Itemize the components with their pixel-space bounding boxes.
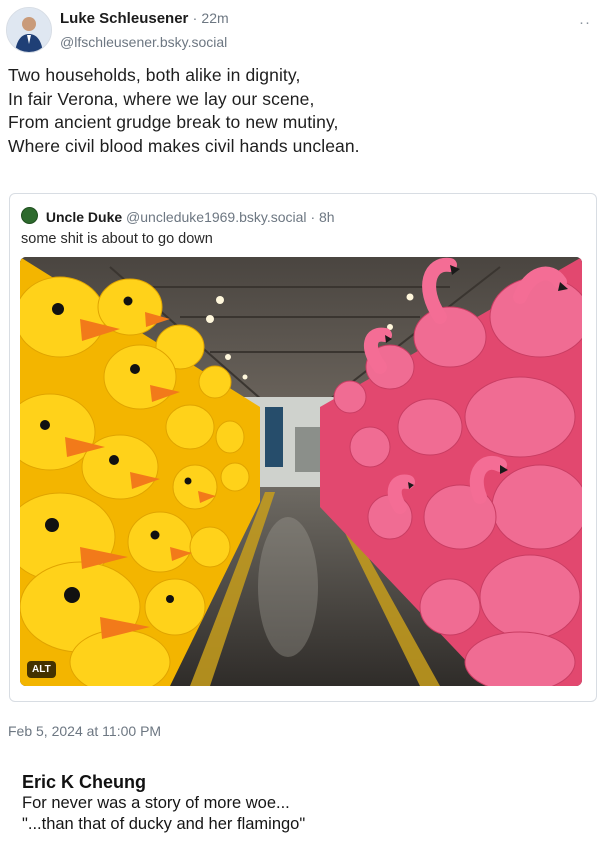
post-header: Luke Schleusener · 22m @lfschleusener.bs… [0, 0, 599, 58]
post-text-line: In fair Verona, where we lay our scene, [8, 88, 315, 109]
more-options-icon[interactable]: ·· [579, 14, 591, 31]
reply-author-name[interactable]: Eric K Cheung [22, 772, 582, 793]
avatar-image [7, 8, 51, 52]
reply-text-line: "...than that of ducky and her flamingo" [22, 815, 306, 833]
quoted-post-header: Uncle Duke @uncleduke1969.bsky.social · … [21, 207, 335, 225]
post-text-line: Where civil blood makes civil hands uncl… [8, 135, 360, 156]
author-avatar[interactable] [6, 7, 52, 53]
author-handle[interactable]: @lfschleusener.bsky.social [60, 34, 227, 50]
warehouse-photo [20, 257, 582, 686]
quoted-author-avatar [21, 207, 38, 224]
alt-text-badge[interactable]: ALT [27, 661, 56, 678]
quoted-post-text: some shit is about to go down [21, 231, 213, 247]
post-text-line: From ancient grudge break to new mutiny, [8, 112, 339, 132]
post-time[interactable]: 22m [201, 10, 228, 26]
reply-text-line: For never was a story of more woe... [22, 794, 290, 812]
post-text: Two households, both alike in dignity, I… [8, 64, 588, 158]
quoted-post-time[interactable]: 8h [319, 209, 335, 225]
post-timestamp[interactable]: Feb 5, 2024 at 11:00 PM [8, 723, 161, 739]
author-line: Luke Schleusener · 22m [60, 10, 229, 27]
quoted-author-name[interactable]: Uncle Duke [46, 209, 122, 225]
separator-dot: · [310, 209, 316, 225]
reply-block: Eric K Cheung For never was a story of m… [22, 772, 582, 835]
post-text-line: Two households, both alike in dignity, [8, 65, 301, 85]
separator-dot: · [192, 10, 198, 26]
author-name[interactable]: Luke Schleusener [60, 10, 188, 27]
quoted-post[interactable]: Uncle Duke @uncleduke1969.bsky.social · … [9, 193, 597, 702]
post-image[interactable]: ALT [20, 257, 582, 686]
quoted-author-handle[interactable]: @uncleduke1969.bsky.social [126, 209, 307, 225]
